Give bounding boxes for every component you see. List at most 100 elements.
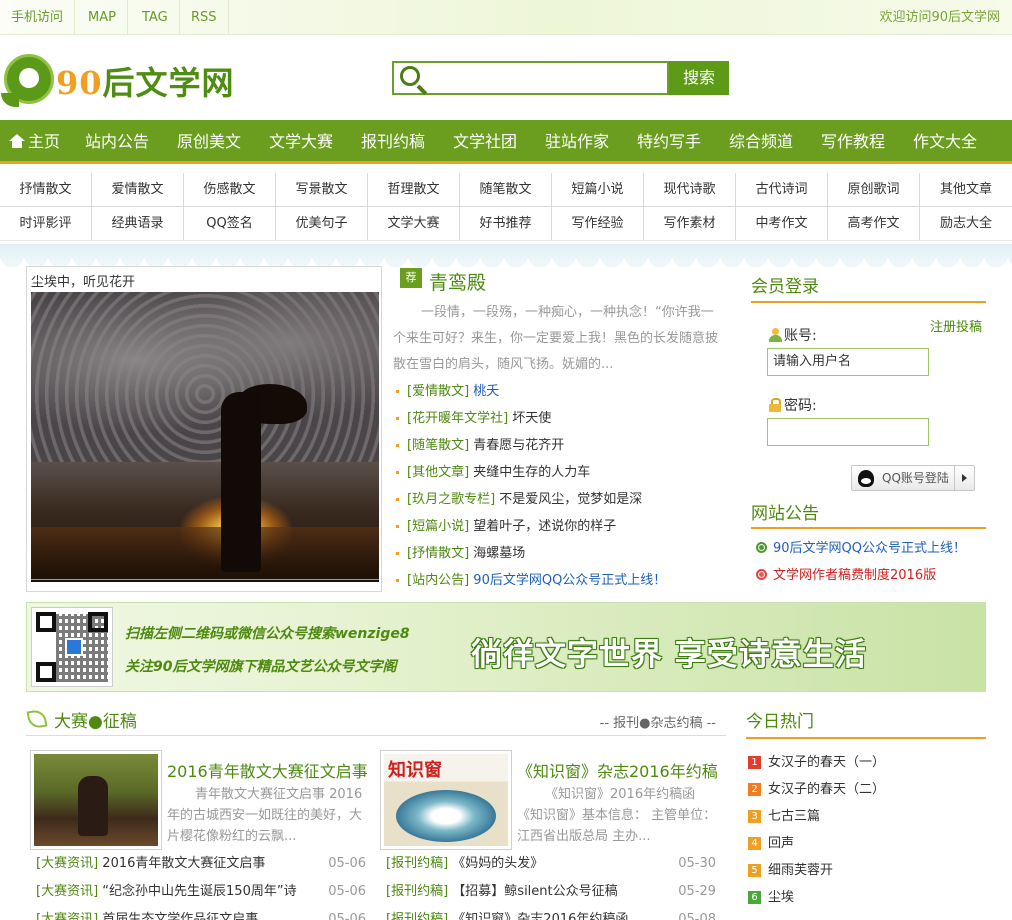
news-item[interactable]: [大赛资讯] 首届生态文学作品征文启事 05-06 <box>36 906 366 920</box>
nav-item-clubs[interactable]: 文学社团 <box>453 120 517 164</box>
list-item[interactable]: [短篇小说] 望着叶子，述说你的样子 <box>396 513 726 540</box>
nav-item-channels[interactable]: 综合频道 <box>729 120 793 164</box>
contest-card-image[interactable] <box>30 750 162 850</box>
banner-slogan: 徜徉文字世界 享受诗意生活 <box>471 637 867 673</box>
site-logo[interactable]: 90后文学网 <box>1 52 274 110</box>
category-nav: 抒情散文 爱情散文 伤感散文 写景散文 哲理散文 随笔散文 短篇小说 现代诗歌 … <box>0 173 1012 241</box>
category-link[interactable]: 中考作文 <box>736 207 828 240</box>
banner-line-2: 关注90后文学网旗下精品文艺公众号文字阁 <box>125 659 397 675</box>
category-link[interactable]: 写作经验 <box>552 207 644 240</box>
mobile-link[interactable]: 手机访问 <box>0 0 76 35</box>
decorative-wave <box>0 244 1012 268</box>
tag-link[interactable]: TAG <box>131 0 180 35</box>
nav-item-submissions[interactable]: 报刊约稿 <box>361 120 425 164</box>
search-icon <box>400 66 420 86</box>
logo-text: 后文学网 <box>102 64 235 102</box>
announce-icon <box>756 542 767 553</box>
search-input[interactable] <box>392 61 669 95</box>
category-link[interactable]: 现代诗歌 <box>644 173 736 206</box>
featured-slideshow[interactable]: 尘埃中，听见花开 <box>26 266 382 592</box>
category-link[interactable]: 抒情散文 <box>0 173 92 206</box>
nav-item-resident-writers[interactable]: 驻站作家 <box>545 120 609 164</box>
category-link[interactable]: 经典语录 <box>92 207 184 240</box>
category-link[interactable]: 高考作文 <box>828 207 920 240</box>
news-item[interactable]: [大赛资讯] “纪念孙中山先生诞辰150周年”诗 05-06 <box>36 878 366 906</box>
list-item[interactable]: [花开暖年文学社] 坏天使 <box>396 405 726 432</box>
contest-section-header: 大赛●征稿 -- 报刊●杂志约稿 -- <box>26 706 726 736</box>
announce-item[interactable]: 90后文学网QQ公众号正式上线！ <box>756 535 966 562</box>
category-link[interactable]: QQ签名 <box>184 207 276 240</box>
news-item[interactable]: [报刊约稿] 《妈妈的头发》 05-30 <box>386 850 716 878</box>
category-link[interactable]: 好书推荐 <box>460 207 552 240</box>
category-link[interactable]: 文学大赛 <box>368 207 460 240</box>
featured-caption[interactable]: 尘埃中，听见花开 <box>31 271 135 290</box>
nav-item-original-prose[interactable]: 原创美文 <box>177 120 241 164</box>
main-nav: 主页 站内公告 原创美文 文学大赛 报刊约稿 文学社团 驻站作家 特约写手 综合… <box>0 120 1012 164</box>
contest-card-desc: 青年散文大赛征文启事 2016年的古城西安一如既往的美好，大片樱花像粉红的云飘.… <box>167 787 363 844</box>
password-field[interactable] <box>767 418 929 446</box>
search-button[interactable]: 搜索 <box>669 61 729 95</box>
list-item[interactable]: [抒情散文] 海螺墓场 <box>396 540 726 567</box>
list-item[interactable]: [站内公告] 90后文学网QQ公众号正式上线！ <box>396 567 726 594</box>
hot-item[interactable]: 4 回声 <box>748 830 794 857</box>
logo-number: 90 <box>56 64 103 102</box>
nav-item-contract-writers[interactable]: 特约写手 <box>637 120 701 164</box>
contest-card-title[interactable]: 2016青年散文大赛征文启事 <box>167 758 368 782</box>
list-item[interactable]: [随笔散文] 青春愿与花齐开 <box>396 432 726 459</box>
news-item[interactable]: [报刊约稿] 《知识窗》杂志2016年约稿函 05-08 <box>386 906 716 920</box>
hot-item[interactable]: 1 女汉子的春天（一） <box>748 749 885 776</box>
logo-mark-icon <box>1 54 54 107</box>
chevron-right-icon <box>954 466 974 490</box>
featured-photo[interactable] <box>31 292 379 582</box>
hot-item[interactable]: 2 女汉子的春天（二） <box>748 776 885 803</box>
qq-login-button[interactable]: QQ账号登陆 <box>851 465 975 491</box>
announce-title: 网站公告 <box>751 504 819 524</box>
slideshow-indicator[interactable] <box>31 579 379 587</box>
magazine-more-link[interactable]: -- 报刊●杂志约稿 -- <box>600 712 716 731</box>
announce-item[interactable]: 文学网作者稿费制度2016版 <box>756 562 936 589</box>
list-item[interactable]: [玖月之歌专栏] 不是爱风尘，觉梦如是深 <box>396 486 726 513</box>
qq-icon <box>858 470 874 487</box>
category-link[interactable]: 随笔散文 <box>460 173 552 206</box>
hot-item[interactable]: 6 尘埃 <box>748 884 794 911</box>
nav-item-home[interactable]: 主页 <box>9 120 60 164</box>
hot-item[interactable]: 5 细雨芙蓉开 <box>748 857 833 884</box>
lock-icon <box>769 398 781 412</box>
leaf-icon <box>26 708 48 730</box>
register-link[interactable]: 注册投稿 <box>930 316 982 335</box>
map-link[interactable]: MAP <box>77 0 128 35</box>
category-link[interactable]: 古代诗词 <box>736 173 828 206</box>
account-label: 账号: <box>769 325 817 345</box>
category-link[interactable]: 写作素材 <box>644 207 736 240</box>
category-link[interactable]: 伤感散文 <box>184 173 276 206</box>
wechat-banner[interactable]: 扫描左侧二维码或微信公众号搜索wenzige8 关注90后文学网旗下精品文艺公众… <box>26 602 986 692</box>
magazine-card-image[interactable]: 知识窗 <box>380 750 512 850</box>
rss-link[interactable]: RSS <box>180 0 229 35</box>
category-link[interactable]: 优美句子 <box>276 207 368 240</box>
list-item[interactable]: [爱情散文] 桃夭 <box>396 378 726 405</box>
nav-item-contests[interactable]: 文学大赛 <box>269 120 333 164</box>
category-link[interactable]: 短篇小说 <box>552 173 644 206</box>
nav-item-announcements[interactable]: 站内公告 <box>85 120 149 164</box>
magazine-card-title[interactable]: 《知识窗》杂志2016年约稿 <box>517 758 718 782</box>
category-link[interactable]: 爱情散文 <box>92 173 184 206</box>
recommend-title[interactable]: 青鸾殿 <box>429 268 486 295</box>
home-icon <box>9 134 25 148</box>
category-link[interactable]: 写景散文 <box>276 173 368 206</box>
category-link[interactable]: 其他文章 <box>920 173 1012 206</box>
category-link[interactable]: 原创歌词 <box>828 173 920 206</box>
nav-item-tutorials[interactable]: 写作教程 <box>821 120 885 164</box>
hot-title: 今日热门 <box>746 712 814 732</box>
login-title: 会员登录 <box>751 277 819 297</box>
list-item[interactable]: [其他文章] 夹缝中生存的人力车 <box>396 459 726 486</box>
news-item[interactable]: [报刊约稿] 【招募】鲸silent公众号征稿 05-29 <box>386 878 716 906</box>
username-field[interactable]: 请输入用户名 <box>767 348 929 376</box>
announce-icon <box>756 569 767 580</box>
category-link[interactable]: 哲理散文 <box>368 173 460 206</box>
nav-item-essays[interactable]: 作文大全 <box>913 120 977 164</box>
hot-item[interactable]: 3 七古三篇 <box>748 803 820 830</box>
category-link[interactable]: 励志大全 <box>920 207 1012 240</box>
news-item[interactable]: [大赛资讯] 2016青年散文大赛征文启事 05-06 <box>36 850 366 878</box>
category-link[interactable]: 时评影评 <box>0 207 92 240</box>
recommend-list: [爱情散文] 桃夭 [花开暖年文学社] 坏天使 [随笔散文] 青春愿与花齐开 [… <box>396 378 726 594</box>
